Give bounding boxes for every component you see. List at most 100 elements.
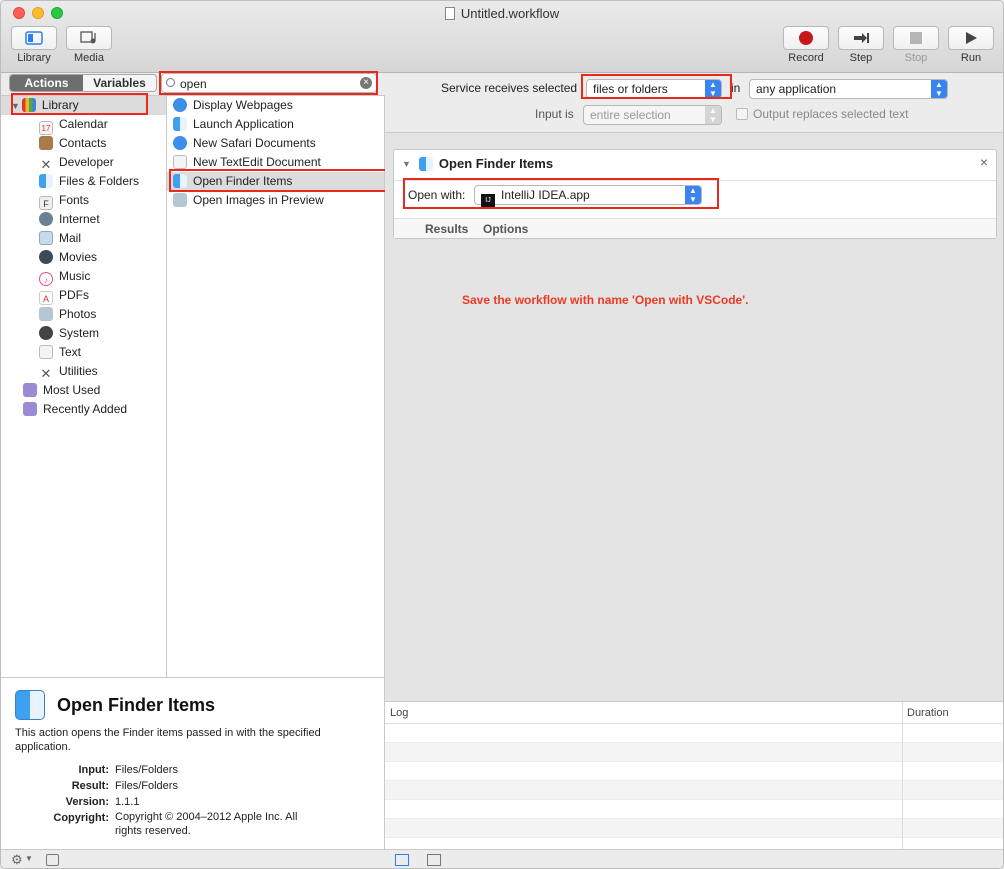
library-root-item[interactable]: ▼ Library [1,96,166,115]
popup-arrows-icon: ▲ ▼ [705,80,721,98]
library-books-icon [21,98,36,112]
folder-label: Recently Added [43,402,128,416]
action-display-webpages[interactable]: Display Webpages [167,96,384,115]
library-item-text[interactable]: Text [1,343,166,362]
options-tab[interactable]: Options [483,222,528,236]
smart-folder-icon [23,383,37,397]
library-item-label: Music [59,269,91,283]
library-root-label: Library [41,98,79,112]
folder-recently-added[interactable]: Recently Added [1,400,166,419]
safari-icon [173,98,187,112]
action-open-images-in-preview[interactable]: Open Images in Preview [167,191,384,210]
log-column-header[interactable]: Log [390,707,408,719]
fonts-icon: F [39,196,53,210]
action-label: New Safari Documents [193,136,316,150]
finder-icon [418,156,433,171]
library-item-label: Utilities [59,364,98,378]
library-item-movies[interactable]: Movies [1,248,166,267]
action-label: Display Webpages [193,98,293,112]
split-view-icon[interactable] [427,854,441,866]
action-label: Open Images in Preview [193,193,324,207]
library-item-music[interactable]: ♪ Music [1,267,166,286]
clear-search-icon[interactable]: × [360,77,372,89]
application-popup[interactable]: any application ▲ ▼ [749,79,948,99]
library-item-mail[interactable]: Mail [1,229,166,248]
action-label: New TextEdit Document [193,155,321,169]
remove-action-icon[interactable]: × [980,154,988,170]
finder-icon [39,174,53,188]
search-field[interactable]: open × [161,73,377,93]
library-item-label: Developer [59,155,114,169]
card-separator [394,180,996,181]
list-view-icon[interactable] [395,854,409,866]
media-button[interactable] [66,26,112,50]
finder-large-icon [15,690,45,720]
description-header: Open Finder Items [15,690,215,720]
action-launch-application[interactable]: Launch Application [167,115,384,134]
tools-icon: ✕ [40,157,52,172]
disclosure-triangle-icon[interactable]: ▼ [402,159,411,169]
window-title: Untitled.workflow [1,6,1003,21]
library-item-label: Photos [59,307,97,321]
receives-value: files or folders [593,82,668,96]
search-input[interactable]: open [180,77,207,91]
meta-copyright-key: Copyright: [53,812,109,824]
library-item-contacts[interactable]: Contacts [1,134,166,153]
library-item-files-folders[interactable]: Files & Folders [1,172,166,191]
description-text: This action opens the Finder items passe… [15,727,321,753]
action-description-panel: Open Finder Items This action opens the … [1,677,385,849]
results-tab[interactable]: Results [425,222,468,236]
input-is-popup[interactable]: entire selection ▲ ▼ [583,105,722,125]
library-item-photos[interactable]: Photos [1,305,166,324]
library-item-system[interactable]: System [1,324,166,343]
annotation-text: Save the workflow with name 'Open with V… [462,293,749,307]
actions-variables-segmented-control[interactable]: Actions Variables [9,74,157,92]
library-list: ▼ Library 17 Calendar Contacts ✕ Developer … [1,95,167,677]
library-item-internet[interactable]: Internet [1,210,166,229]
popup-arrows-icon: ▲ ▼ [705,106,721,124]
open-with-popup[interactable]: IJ IntelliJ IDEA.app ▲ ▼ [474,185,702,208]
record-icon [799,31,813,45]
action-open-finder-items[interactable]: Open Finder Items [167,172,384,191]
log-header: Log Duration [385,702,1003,850]
toggle-description-icon[interactable] [46,854,59,866]
calendar-icon: 17 [39,121,53,135]
receives-popup[interactable]: files or folders ▲ ▼ [586,79,722,99]
output-replaces-checkbox[interactable] [736,108,748,120]
folder-most-used[interactable]: Most Used [1,381,166,400]
meta-result-key: Result: [71,780,109,792]
open-with-label: Open with: [408,188,466,202]
smart-folder-icon [23,402,37,416]
action-card-header: ▼ Open Finder Items [402,156,553,171]
record-button[interactable] [783,26,829,50]
library-item-calendar[interactable]: 17 Calendar [1,115,166,135]
workflow-canvas[interactable]: ▼ Open Finder Items × Open with: IJ Intel… [385,133,1003,701]
popup-arrows-icon: ▲ ▼ [685,186,701,204]
tab-actions[interactable]: Actions [10,75,83,91]
receives-label: Service receives selected [441,81,578,95]
library-item-fonts[interactable]: F Fonts [1,191,166,210]
tab-variables[interactable]: Variables [83,75,156,91]
action-new-textedit-document[interactable]: New TextEdit Document [167,153,384,172]
globe-icon [39,212,53,226]
step-button[interactable] [838,26,884,50]
column-divider [902,702,903,850]
action-label: Launch Application [193,117,294,131]
run-button[interactable] [948,26,994,50]
open-finder-items-action-card[interactable]: ▼ Open Finder Items × Open with: IJ Intel… [393,149,997,239]
stop-button[interactable] [893,26,939,50]
utilities-icon: ✕ [40,366,52,381]
library-item-developer[interactable]: ✕ Developer [1,153,166,172]
popup-arrows-icon: ▲ ▼ [931,80,947,98]
preview-icon [173,193,187,207]
gear-menu-icon[interactable]: ⚙ [11,852,23,868]
finder-icon [173,117,187,131]
library-item-pdfs[interactable]: A PDFs [1,286,166,305]
library-item-label: Calendar [59,117,108,131]
duration-column-header[interactable]: Duration [907,707,949,719]
input-is-value: entire selection [590,108,671,122]
library-toggle-button[interactable] [11,26,57,50]
library-item-utilities[interactable]: ✕ Utilities [1,362,166,381]
library-item-label: Fonts [59,193,90,207]
action-new-safari-documents[interactable]: New Safari Documents [167,134,384,153]
